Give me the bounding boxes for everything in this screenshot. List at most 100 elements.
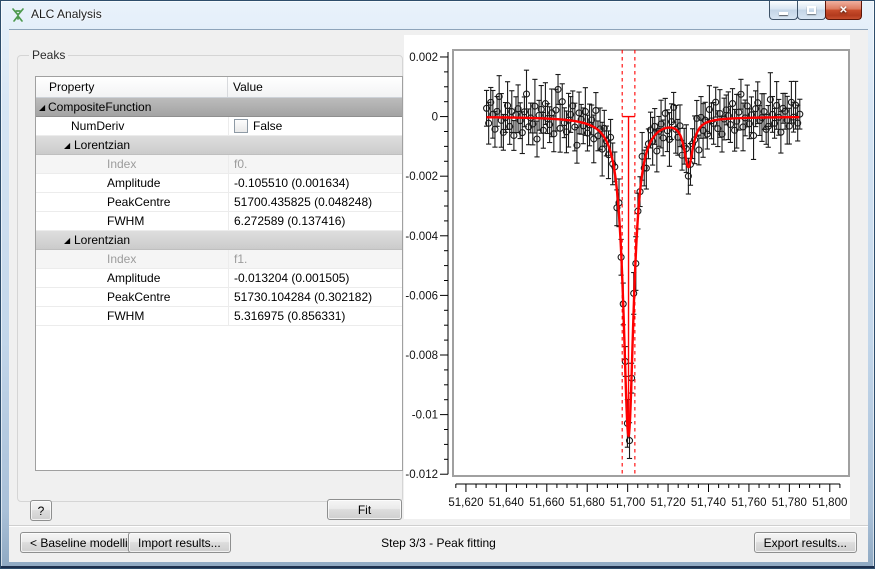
x-tick-label: 51,760 (731, 497, 766, 509)
window-title: ALC Analysis (31, 7, 102, 21)
property-row-lorentzian[interactable]: ◢Lorentzian (36, 136, 402, 155)
x-tick-label: 51,680 (570, 497, 605, 509)
property-row-amplitude[interactable]: Amplitude -0.105510 (0.001634) (36, 174, 402, 193)
x-tick-label: 51,620 (448, 497, 483, 509)
property-value: f0. (234, 155, 247, 173)
property-name: Index (107, 155, 136, 173)
property-row-peakcentre[interactable]: PeakCentre 51700.435825 (0.048248) (36, 193, 402, 212)
property-name-cell: Index (36, 250, 228, 268)
y-tick-label: 0 (432, 112, 438, 124)
x-tick-label: 51,700 (610, 497, 645, 509)
property-name-cell: PeakCentre (36, 193, 228, 211)
fit-button[interactable]: Fit (327, 499, 402, 520)
property-value-cell[interactable]: False (228, 117, 402, 135)
x-tick-label: 51,640 (489, 497, 524, 509)
x-tick-label: 51,800 (812, 497, 847, 509)
plot-svg[interactable]: 0.002 0 -0.002 -0.004 -0.006 -0.008 -0.01 -0.01… (404, 35, 850, 519)
property-row-peakcentre[interactable]: PeakCentre 51730.104284 (0.302182) (36, 288, 402, 307)
property-value: 6.272589 (0.137416) (234, 212, 345, 230)
property-value: -0.013204 (0.001505) (234, 269, 349, 287)
property-name-cell: ◢CompositeFunction (36, 98, 402, 116)
peak-fitting-plot[interactable]: 0.002 0 -0.002 -0.004 -0.006 -0.008 -0.01 -0.01… (404, 35, 850, 519)
property-value: False (253, 117, 282, 135)
y-tick-label: -0.01 (412, 410, 438, 422)
x-axis: 51,620 51,640 51,660 51,680 51,700 51,720 51,7… (448, 484, 847, 509)
mantid-icon (10, 7, 26, 23)
y-tick-label: -0.006 (405, 290, 438, 302)
title-bar[interactable]: ALC Analysis ✕ (1, 1, 874, 29)
property-name-cell: FWHM (36, 212, 228, 230)
peaks-property-table[interactable]: Property Value ◢CompositeFunctionNumDeri… (35, 76, 403, 471)
peaks-label: Peaks (29, 48, 68, 62)
property-name-cell: NumDeriv (36, 117, 228, 135)
maximize-icon (807, 6, 816, 14)
x-tick-label: 51,720 (650, 497, 685, 509)
minimize-icon (779, 12, 788, 15)
property-row-index[interactable]: Index f0. (36, 155, 402, 174)
property-name-cell: FWHM (36, 307, 228, 325)
property-row-compositefunction[interactable]: ◢CompositeFunction (36, 98, 402, 117)
property-name: Amplitude (107, 174, 160, 192)
peaks-groupbox: Peaks Property Value ◢CompositeFunctionN… (17, 55, 403, 502)
property-value: 51700.435825 (0.048248) (234, 193, 372, 211)
x-tick-label: 51,660 (529, 497, 564, 509)
y-tick-label: -0.004 (405, 231, 438, 243)
property-row-numderiv[interactable]: NumDeriv False (36, 117, 402, 136)
property-value-cell[interactable]: 6.272589 (0.137416) (228, 212, 402, 230)
tree-expand-icon[interactable]: ◢ (64, 231, 70, 249)
maximize-button[interactable] (797, 1, 826, 20)
close-icon: ✕ (839, 5, 847, 16)
footer-separator (9, 525, 868, 527)
property-table-header: Property Value (36, 77, 402, 98)
property-value-cell[interactable]: 51700.435825 (0.048248) (228, 193, 402, 211)
property-name: CompositeFunction (48, 98, 151, 116)
property-name: Lorentzian (74, 231, 130, 249)
property-name-cell: ◢Lorentzian (36, 136, 402, 154)
property-value-cell[interactable]: -0.013204 (0.001505) (228, 269, 402, 287)
property-value: 51730.104284 (0.302182) (234, 288, 372, 306)
column-header-property[interactable]: Property (36, 77, 228, 97)
export-results-button[interactable]: Export results... (754, 532, 857, 553)
property-row-amplitude[interactable]: Amplitude -0.013204 (0.001505) (36, 269, 402, 288)
y-axis: 0.002 0 -0.002 -0.004 -0.006 -0.008 -0.01 -0.01… (405, 52, 448, 481)
property-name-cell: Amplitude (36, 269, 228, 287)
property-name: FWHM (107, 212, 144, 230)
property-name: Lorentzian (74, 136, 130, 154)
property-row-fwhm[interactable]: FWHM 5.316975 (0.856331) (36, 307, 402, 326)
property-value-cell[interactable]: f1. (228, 250, 402, 268)
property-name: Amplitude (107, 269, 160, 287)
property-name-cell: PeakCentre (36, 288, 228, 306)
column-header-value[interactable]: Value (228, 77, 402, 97)
property-row-fwhm[interactable]: FWHM 6.272589 (0.137416) (36, 212, 402, 231)
y-tick-label: -0.008 (405, 350, 438, 362)
y-tick-label: 0.002 (409, 52, 438, 64)
y-tick-label: -0.002 (405, 171, 438, 183)
property-value: f1. (234, 250, 247, 268)
property-name-cell: Amplitude (36, 174, 228, 192)
property-name: NumDeriv (71, 117, 124, 135)
tree-expand-icon[interactable]: ◢ (39, 98, 45, 116)
property-row-lorentzian[interactable]: ◢Lorentzian (36, 231, 402, 250)
property-row-index[interactable]: Index f1. (36, 250, 402, 269)
property-value-cell[interactable]: f0. (228, 155, 402, 173)
checkbox-icon[interactable] (234, 119, 248, 133)
property-name-cell: Index (36, 155, 228, 173)
property-value: -0.105510 (0.001634) (234, 174, 349, 192)
property-value-cell[interactable]: 5.316975 (0.856331) (228, 307, 402, 325)
x-tick-label: 51,780 (772, 497, 807, 509)
alc-analysis-window: ALC Analysis ✕ Peaks Property Value ◢Com… (0, 0, 875, 569)
tree-expand-icon[interactable]: ◢ (64, 136, 70, 154)
y-tick-label: -0.012 (405, 469, 438, 481)
x-tick-label: 51,740 (691, 497, 726, 509)
minimize-button[interactable] (769, 1, 798, 20)
property-value-cell[interactable]: 51730.104284 (0.302182) (228, 288, 402, 306)
property-value-cell[interactable]: -0.105510 (0.001634) (228, 174, 402, 192)
property-name: Index (107, 250, 136, 268)
help-button[interactable]: ? (30, 500, 52, 521)
close-button[interactable]: ✕ (825, 1, 862, 20)
dialog-client-area: Peaks Property Value ◢CompositeFunctionN… (9, 29, 868, 562)
property-name-cell: ◢Lorentzian (36, 231, 402, 249)
property-name: FWHM (107, 307, 144, 325)
property-name: PeakCentre (107, 288, 170, 306)
step-label: Step 3/3 - Peak fitting (9, 536, 868, 550)
